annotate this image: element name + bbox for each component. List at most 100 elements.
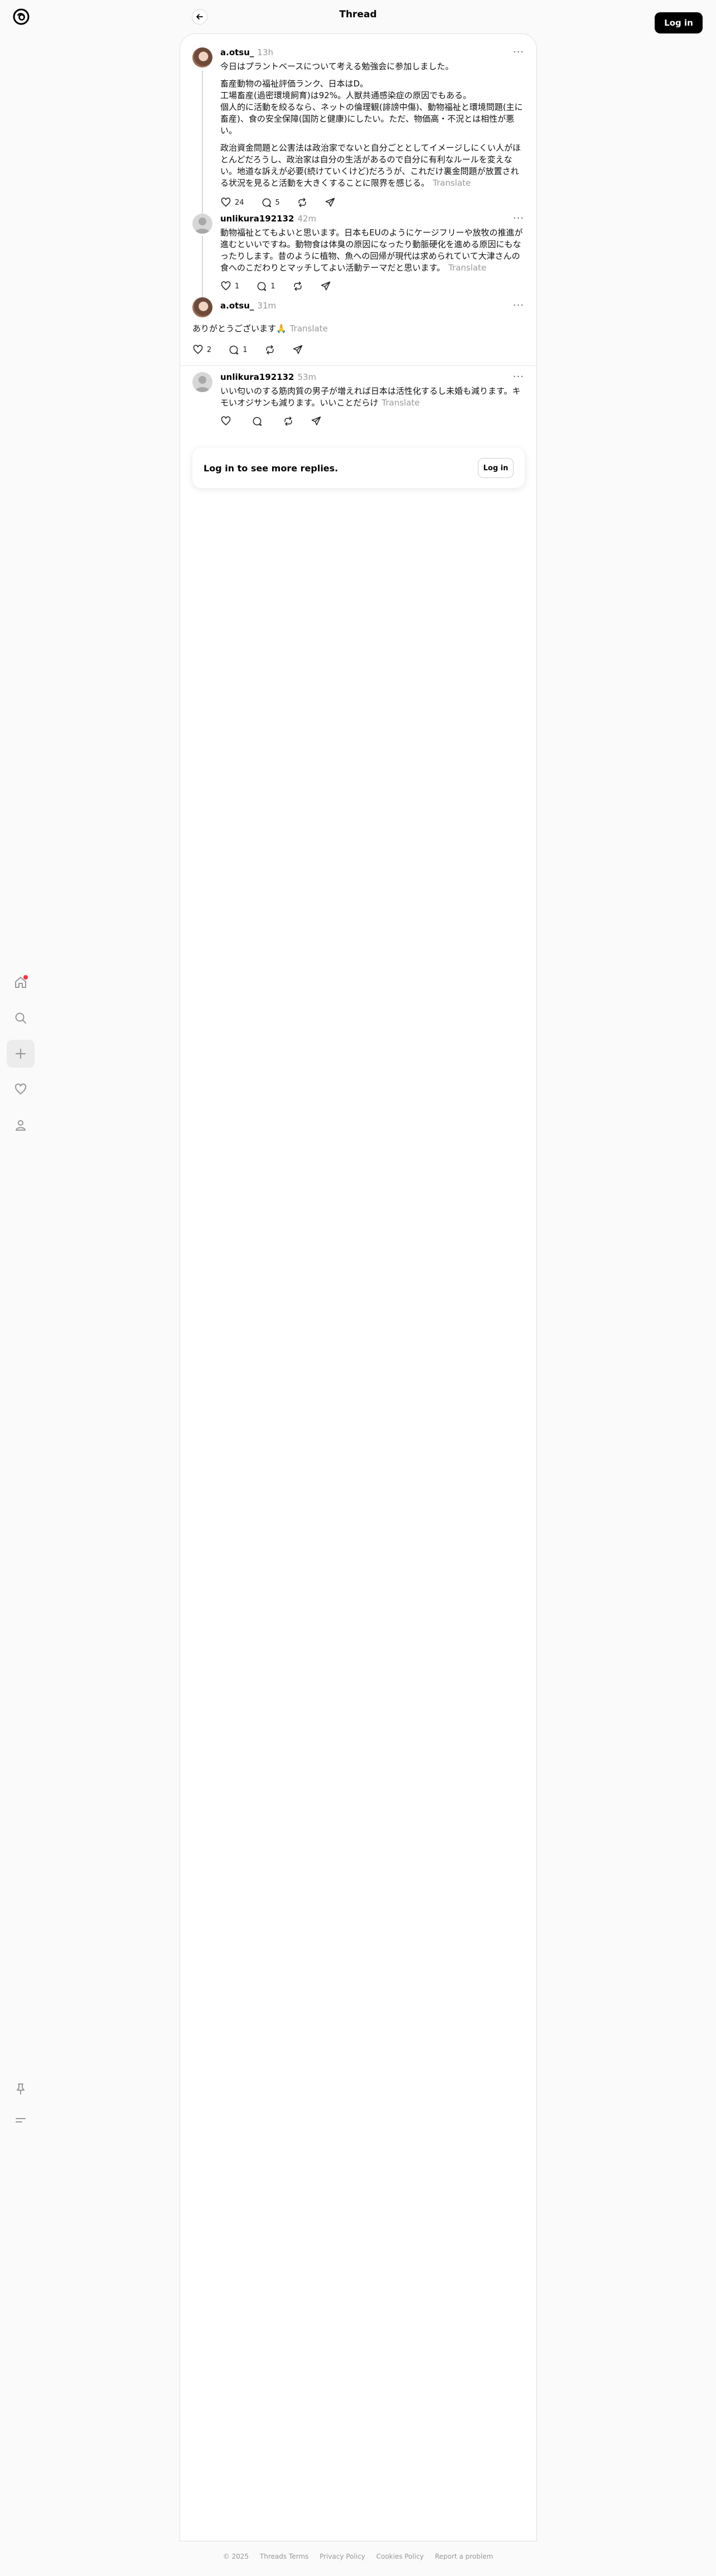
- post-text: 動物福祉とてもよいと思います。日本もEUのようにケージフリーや放牧の推進が進むと…: [220, 227, 526, 274]
- repost-icon: [284, 416, 292, 426]
- like-count: 24: [235, 198, 244, 207]
- share-button[interactable]: [320, 281, 331, 292]
- nav-search[interactable]: [7, 1004, 35, 1032]
- translate-link[interactable]: Translate: [382, 398, 420, 408]
- comment-count: 1: [270, 282, 275, 291]
- nav-menu[interactable]: [7, 2106, 35, 2134]
- username[interactable]: unlikura192132: [220, 372, 294, 382]
- comment-button[interactable]: [251, 416, 266, 427]
- like-button[interactable]: 2: [192, 344, 211, 355]
- timestamp[interactable]: 42m: [297, 214, 316, 224]
- footer-link-cookies[interactable]: Cookies Policy: [376, 2553, 424, 2560]
- timestamp[interactable]: 53m: [297, 372, 316, 382]
- pin-icon: [17, 2083, 25, 2095]
- post-actions: 1 1: [220, 281, 331, 292]
- comment-button[interactable]: 1: [228, 344, 248, 355]
- post-actions: 24 5: [220, 197, 336, 208]
- comment-icon: [229, 345, 239, 355]
- avatar[interactable]: [192, 214, 212, 234]
- login-prompt-card: Log in to see more replies. Log in: [192, 448, 525, 488]
- login-button[interactable]: Log in: [655, 12, 703, 33]
- share-button[interactable]: [292, 344, 303, 355]
- repost-button[interactable]: [297, 197, 308, 208]
- like-count: 2: [207, 345, 212, 354]
- search-icon: [15, 1012, 26, 1024]
- more-options-icon[interactable]: ···: [513, 300, 524, 311]
- paragraph: 今日はプラントベースについて考える勉強会に参加しました。: [220, 61, 454, 71]
- like-button[interactable]: [220, 416, 235, 427]
- post-actions: 2 1: [192, 344, 303, 355]
- like-button[interactable]: 24: [220, 197, 244, 208]
- post-meta: a.otsu_ 31m: [220, 301, 276, 311]
- translate-link[interactable]: Translate: [433, 178, 471, 188]
- notification-dot: [23, 975, 28, 980]
- menu-icon: [16, 2118, 26, 2122]
- avatar[interactable]: [192, 372, 212, 392]
- paragraph: いい匂いのする筋肉質の男子が増えれば日本は活性化するし未婚も減ります。キモいオジ…: [220, 386, 521, 408]
- nav-home[interactable]: [7, 968, 35, 996]
- post-text: ありがとうございます🙏 Translate: [192, 323, 526, 335]
- heart-icon: [193, 345, 203, 354]
- heart-icon: [221, 281, 231, 291]
- comment-icon: [257, 282, 267, 291]
- repost-icon: [265, 345, 274, 355]
- nav-activity[interactable]: [7, 1075, 35, 1103]
- footer-link-privacy[interactable]: Privacy Policy: [320, 2553, 365, 2560]
- thread-line: [202, 70, 203, 218]
- share-button[interactable]: [311, 416, 322, 427]
- comment-button[interactable]: 1: [256, 281, 275, 292]
- heart-icon: [221, 197, 231, 207]
- footer: © 2025 Threads Terms Privacy Policy Cook…: [0, 2553, 716, 2560]
- share-icon: [293, 345, 302, 354]
- footer-copyright: © 2025: [222, 2553, 249, 2560]
- comment-icon: [253, 417, 262, 426]
- post-text: 今日はプラントベースについて考える勉強会に参加しました。 畜産動物の福祉評価ラン…: [220, 61, 526, 189]
- username[interactable]: a.otsu_: [220, 47, 254, 57]
- more-options-icon[interactable]: ···: [513, 46, 524, 58]
- username[interactable]: a.otsu_: [220, 301, 254, 311]
- share-icon: [311, 416, 321, 426]
- paragraph: ありがとうございます🙏: [192, 324, 287, 334]
- paragraph: 政治資金問題と公害法は政治家でないと自分ごととしてイメージしにくい人がほとんどだ…: [220, 143, 521, 188]
- footer-link-terms[interactable]: Threads Terms: [260, 2553, 308, 2560]
- repost-button[interactable]: [292, 281, 303, 292]
- divider: [180, 365, 536, 366]
- more-options-icon[interactable]: ···: [513, 213, 524, 224]
- share-button[interactable]: [325, 197, 336, 208]
- repost-button[interactable]: [283, 416, 294, 427]
- repost-icon: [293, 281, 302, 291]
- heart-icon: [14, 1083, 27, 1094]
- post-text: いい匂いのする筋肉質の男子が増えれば日本は活性化するし未婚も減ります。キモいオジ…: [220, 385, 526, 409]
- comment-count: 1: [243, 345, 248, 354]
- like-count: 1: [235, 282, 240, 291]
- translate-link[interactable]: Translate: [448, 263, 486, 273]
- login-card-button[interactable]: Log in: [478, 458, 514, 478]
- comment-button[interactable]: 5: [261, 197, 280, 208]
- repost-button[interactable]: [264, 344, 275, 355]
- username[interactable]: unlikura192132: [220, 214, 294, 224]
- thread-column: a.otsu_ 13h ··· 今日はプラントベースについて考える勉強会に参加しま…: [180, 33, 537, 2541]
- sidebar-bottom: [7, 2075, 35, 2138]
- profile-icon: [16, 1120, 26, 1131]
- share-icon: [325, 197, 335, 207]
- nav-pin[interactable]: [7, 2075, 35, 2103]
- page-title: Thread: [339, 9, 377, 20]
- like-button[interactable]: 1: [220, 281, 239, 292]
- plus-icon: [15, 1048, 26, 1059]
- nav-profile[interactable]: [7, 1111, 35, 1139]
- footer-link-report[interactable]: Report a problem: [435, 2553, 493, 2560]
- paragraph: 畜産動物の福祉評価ランク、日本はD。 工場畜産(過密環境飼育)は92%。人獣共通…: [220, 79, 523, 136]
- avatar[interactable]: [192, 47, 212, 67]
- timestamp[interactable]: 13h: [257, 47, 273, 57]
- sidebar-nav: [7, 968, 35, 1147]
- translate-link[interactable]: Translate: [290, 324, 328, 334]
- nav-create[interactable]: [7, 1040, 35, 1068]
- repost-icon: [298, 197, 306, 208]
- thread-line: [202, 236, 203, 306]
- timestamp[interactable]: 31m: [257, 301, 276, 311]
- avatar[interactable]: [192, 297, 212, 317]
- post-meta: unlikura192132 42m: [220, 214, 316, 224]
- more-options-icon[interactable]: ···: [513, 371, 524, 383]
- post-actions: [220, 416, 322, 427]
- share-icon: [321, 281, 330, 291]
